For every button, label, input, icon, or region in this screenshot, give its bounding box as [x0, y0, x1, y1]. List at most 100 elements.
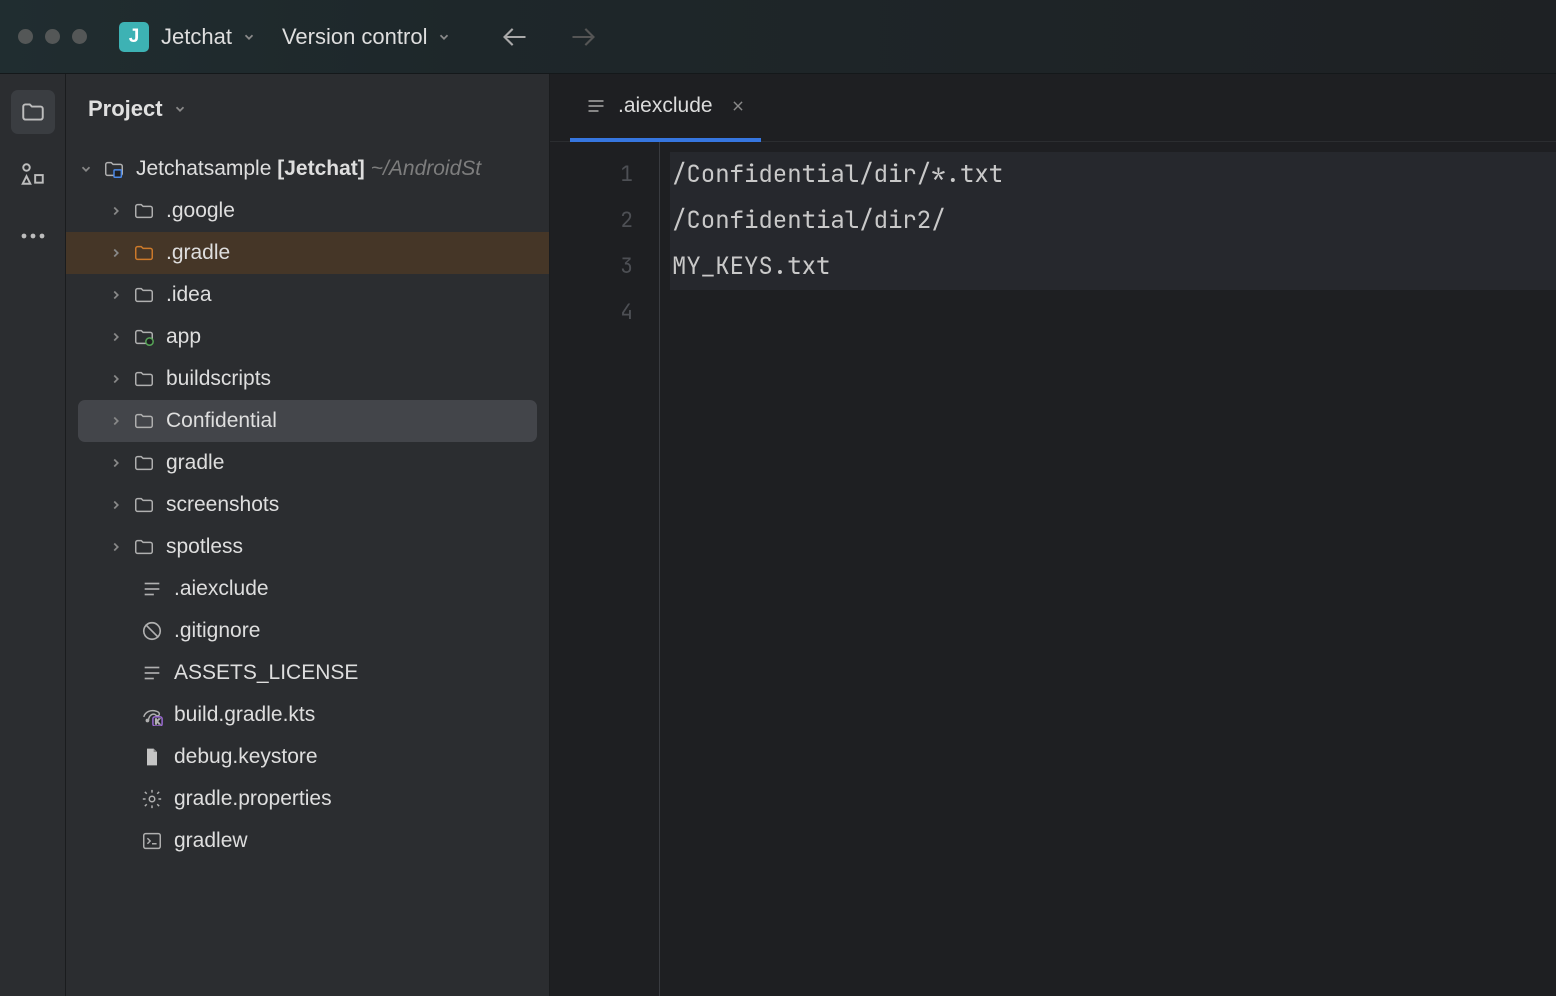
project-selector[interactable]: Jetchat: [161, 24, 256, 50]
folder-icon: [132, 535, 156, 559]
tree-folder[interactable]: .idea: [66, 274, 549, 316]
chevron-right-icon: [106, 288, 126, 302]
folder-icon: [132, 283, 156, 307]
tree-folder[interactable]: Confidential: [78, 400, 537, 442]
tree-item-label: .aiexclude: [174, 577, 269, 601]
editor-tab-label: .aiexclude: [618, 94, 713, 118]
project-panel: Project Jetchatsample [Jetchat] ~/Androi…: [66, 74, 550, 996]
editor-tab-aiexclude[interactable]: .aiexclude: [570, 74, 761, 142]
chevron-right-icon: [106, 204, 126, 218]
text-file-icon: [586, 96, 606, 116]
editor-code[interactable]: /Confidential/dir/*.txt/Confidential/dir…: [660, 142, 1556, 996]
close-icon[interactable]: [731, 99, 745, 113]
code-line: /Confidential/dir/*.txt: [670, 152, 1556, 198]
tree-file[interactable]: gradlew: [66, 820, 549, 862]
chevron-right-icon: [106, 456, 126, 470]
nav-forward-button[interactable]: [569, 23, 597, 51]
ignore-icon: [140, 619, 164, 643]
chevron-right-icon: [106, 414, 126, 428]
tree-item-label: debug.keystore: [174, 745, 318, 769]
tree-file[interactable]: Kbuild.gradle.kts: [66, 694, 549, 736]
tree-item-label: .gitignore: [174, 619, 260, 643]
line-number: 4: [550, 290, 633, 336]
folder-icon: [132, 409, 156, 433]
project-root-icon: [102, 157, 126, 181]
project-panel-header[interactable]: Project: [66, 74, 549, 144]
editor-tabs: .aiexclude: [550, 74, 1556, 142]
line-number: 3: [550, 244, 633, 290]
tree-item-label: gradlew: [174, 829, 248, 853]
chevron-right-icon: [106, 498, 126, 512]
editor-area: .aiexclude 1234 /Confidential/dir/*.txt/…: [550, 74, 1556, 996]
title-bar: J Jetchat Version control: [0, 0, 1556, 74]
window-controls: [18, 29, 87, 44]
tree-item-label: app: [166, 325, 201, 349]
line-number: 1: [550, 152, 633, 198]
minimize-window[interactable]: [45, 29, 60, 44]
chevron-down-icon: [76, 162, 96, 176]
folder-icon: [132, 493, 156, 517]
project-panel-title: Project: [88, 96, 163, 122]
vcs-selector[interactable]: Version control: [282, 24, 452, 50]
chevron-right-icon: [106, 540, 126, 554]
editor-gutter: 1234: [550, 142, 660, 996]
tree-item-label: buildscripts: [166, 367, 271, 391]
close-window[interactable]: [18, 29, 33, 44]
code-line: MY_KEYS.txt: [670, 244, 1556, 290]
zoom-window[interactable]: [72, 29, 87, 44]
tree-item-label: gradle: [166, 451, 224, 475]
chevron-right-icon: [106, 246, 126, 260]
tree-folder[interactable]: buildscripts: [66, 358, 549, 400]
chevron-down-icon: [173, 102, 187, 116]
tool-project-button[interactable]: [11, 90, 55, 134]
tree-folder[interactable]: screenshots: [66, 484, 549, 526]
vcs-label: Version control: [282, 24, 428, 50]
folder-icon: [132, 451, 156, 475]
code-line: /Confidential/dir2/: [670, 198, 1556, 244]
chevron-down-icon: [437, 30, 451, 44]
tree-folder[interactable]: spotless: [66, 526, 549, 568]
tree-item-label: spotless: [166, 535, 243, 559]
tree-root-label: Jetchatsample [Jetchat]: [136, 157, 365, 181]
editor-body[interactable]: 1234 /Confidential/dir/*.txt/Confidentia…: [550, 142, 1556, 996]
gear-icon: [140, 787, 164, 811]
tree-item-label: Confidential: [166, 409, 277, 433]
file-icon: [140, 745, 164, 769]
folder-icon: [132, 325, 156, 349]
project-tree: Jetchatsample [Jetchat] ~/AndroidSt .goo…: [66, 144, 549, 866]
tree-file[interactable]: .gitignore: [66, 610, 549, 652]
tree-file[interactable]: .aiexclude: [66, 568, 549, 610]
text-icon: [140, 661, 164, 685]
tool-structure-button[interactable]: [11, 152, 55, 196]
folder-icon: [132, 367, 156, 391]
text-icon: [140, 577, 164, 601]
code-line: [670, 290, 1556, 336]
chevron-right-icon: [106, 372, 126, 386]
gradle-kts-icon: K: [140, 703, 164, 727]
tree-item-label: screenshots: [166, 493, 279, 517]
tree-item-label: .idea: [166, 283, 212, 307]
tree-item-label: build.gradle.kts: [174, 703, 315, 727]
tree-item-label: .google: [166, 199, 235, 223]
folder-icon: [132, 199, 156, 223]
tool-rail: [0, 74, 66, 996]
line-number: 2: [550, 198, 633, 244]
chevron-down-icon: [242, 30, 256, 44]
terminal-icon: [140, 829, 164, 853]
tree-file[interactable]: debug.keystore: [66, 736, 549, 778]
tree-item-label: gradle.properties: [174, 787, 332, 811]
project-name: Jetchat: [161, 24, 232, 50]
tree-root-path: ~/AndroidSt: [371, 157, 481, 181]
tree-item-label: .gradle: [166, 241, 230, 265]
nav-back-button[interactable]: [501, 23, 529, 51]
folder-icon: [132, 241, 156, 265]
tree-root[interactable]: Jetchatsample [Jetchat] ~/AndroidSt: [66, 148, 549, 190]
tree-folder[interactable]: app: [66, 316, 549, 358]
tool-more-button[interactable]: [11, 214, 55, 258]
svg-text:K: K: [155, 717, 160, 726]
tree-file[interactable]: gradle.properties: [66, 778, 549, 820]
tree-folder[interactable]: .google: [66, 190, 549, 232]
tree-folder[interactable]: .gradle: [66, 232, 549, 274]
tree-file[interactable]: ASSETS_LICENSE: [66, 652, 549, 694]
tree-folder[interactable]: gradle: [66, 442, 549, 484]
